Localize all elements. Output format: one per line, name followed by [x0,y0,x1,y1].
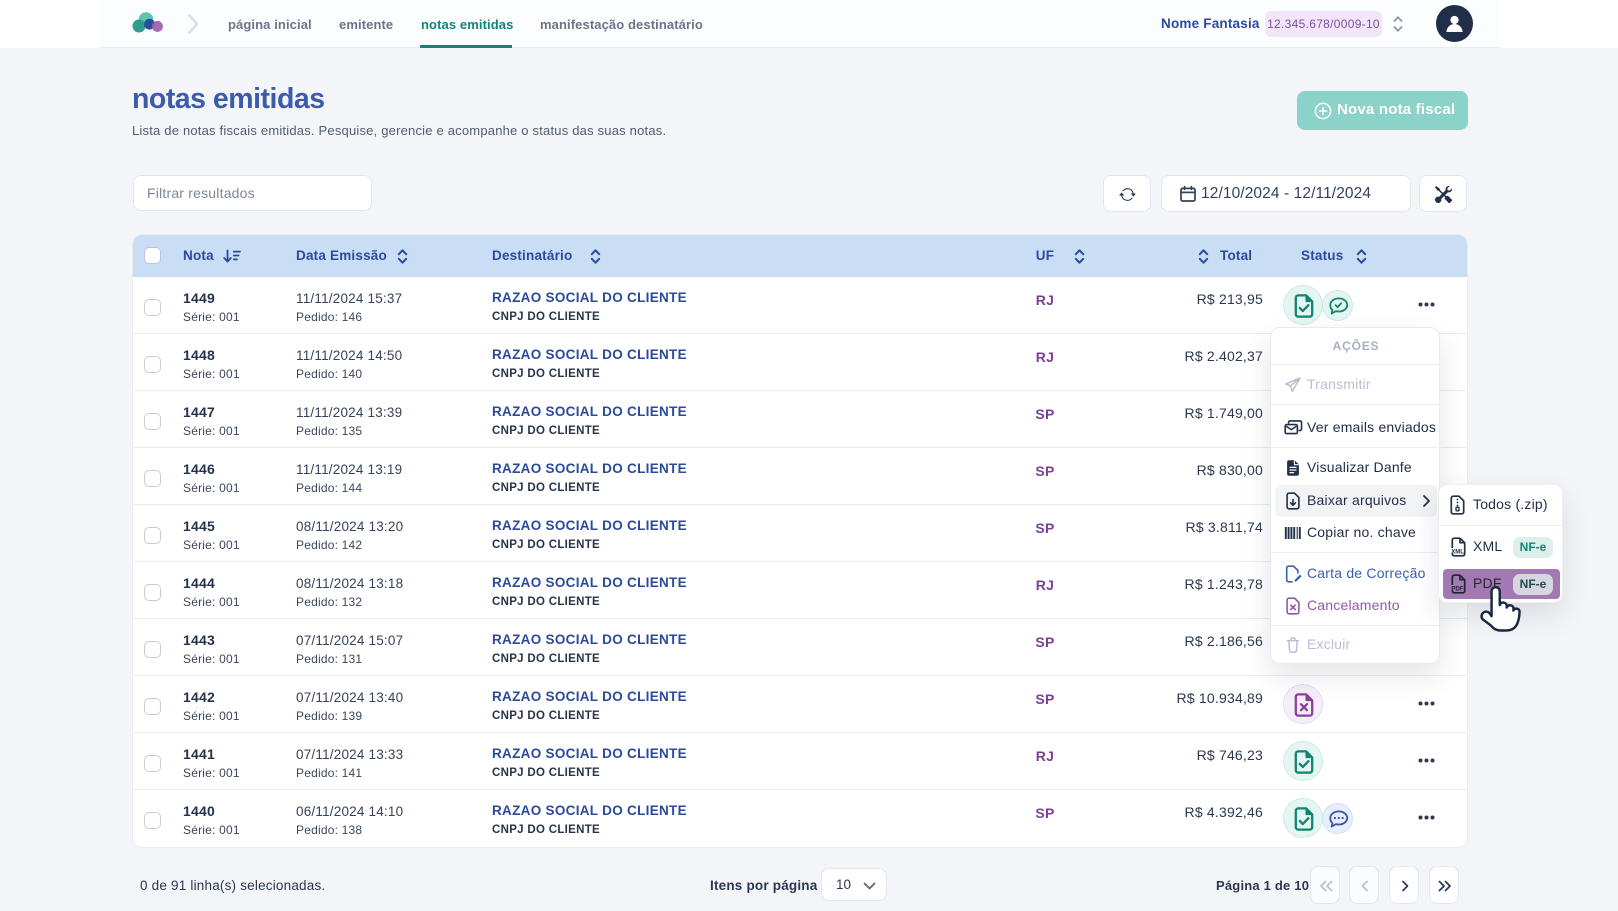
svg-text:PDF: PDF [1451,586,1463,592]
svg-text:XML: XML [1451,549,1464,555]
